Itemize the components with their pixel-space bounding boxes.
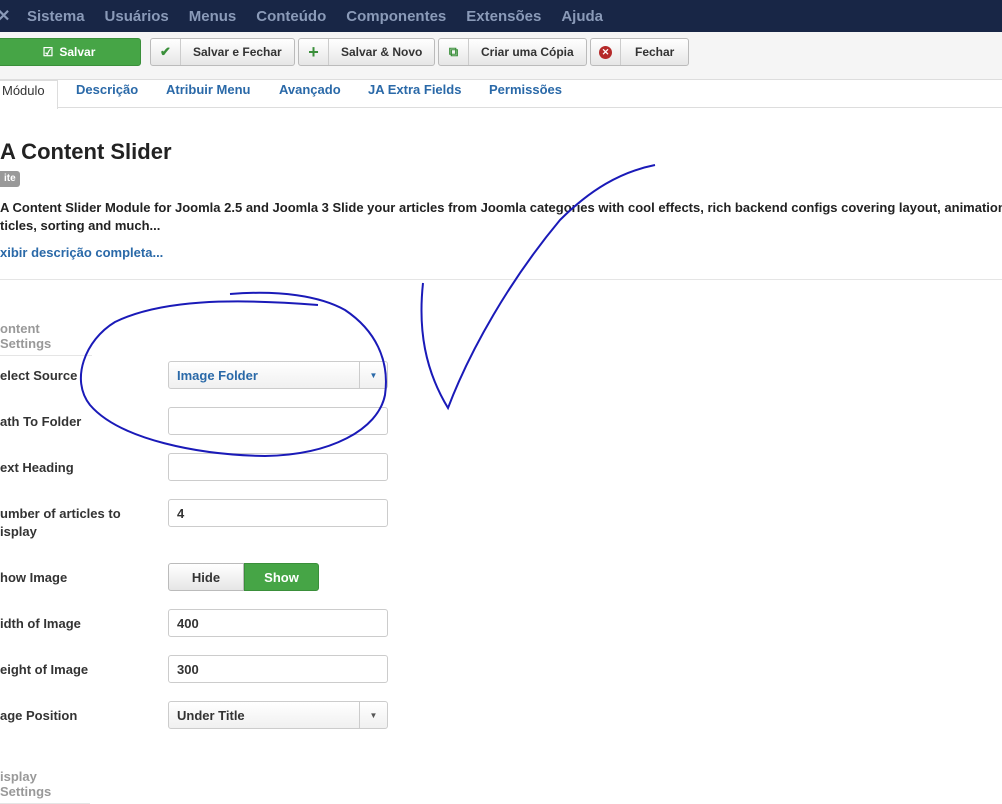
tab-permissoes[interactable]: Permissões [489, 82, 562, 97]
close-button[interactable]: ✕ Fechar [590, 38, 690, 66]
module-description: A Content Slider Module for Joomla 2.5 a… [0, 200, 1002, 233]
site-badge: ite [0, 171, 20, 187]
menu-usuarios[interactable]: Usuários [105, 8, 169, 25]
divider [0, 279, 1002, 280]
text-heading-label: ext Heading [0, 460, 74, 475]
menu-menus[interactable]: Menus [189, 8, 237, 25]
menu-extensoes[interactable]: Extensões [466, 8, 541, 25]
tab-avancado[interactable]: Avançado [279, 82, 341, 97]
number-of-articles-input[interactable]: 4 [168, 499, 388, 527]
plus-icon: + [299, 39, 329, 65]
top-menu-bar: ✕ Sistema Usuários Menus Conteúdo Compon… [0, 0, 1002, 32]
menu-componentes[interactable]: Componentes [346, 8, 446, 25]
content-settings-legend: ontent Settings [0, 321, 92, 356]
menu-sistema[interactable]: Sistema [27, 8, 85, 25]
check-icon: ✔ [151, 39, 181, 65]
select-source-label: elect Source [0, 368, 78, 383]
tab-atribuir-menu[interactable]: Atribuir Menu [166, 82, 251, 97]
path-to-folder-input[interactable] [168, 407, 388, 435]
show-full-description-link[interactable]: xibir descrição completa... [0, 245, 163, 260]
height-of-image-input[interactable]: 300 [168, 655, 388, 683]
handwritten-annotation [80, 164, 656, 458]
height-of-image-label: eight of Image [0, 662, 89, 677]
toolbar: ☑ Salvar ✔ Salvar e Fechar + Salvar & Novo … [0, 32, 1002, 80]
chevron-down-icon: ▼ [359, 362, 387, 388]
tab-descricao[interactable]: Descrição [76, 82, 138, 97]
width-of-image-label: idth of Image [0, 616, 81, 631]
image-position-dropdown[interactable]: Under Title ▼ [168, 701, 388, 729]
show-image-label: how Image [0, 570, 68, 585]
select-source-dropdown[interactable]: Image Folder ▼ [168, 361, 388, 389]
image-position-label: age Position [0, 708, 78, 723]
tab-modulo[interactable]: Módulo [0, 80, 58, 109]
width-of-image-input[interactable]: 400 [168, 609, 388, 637]
menu-conteudo[interactable]: Conteúdo [256, 8, 326, 25]
save-copy-button[interactable]: ⧉ Criar uma Cópia [438, 38, 587, 66]
copy-icon: ⧉ [439, 39, 469, 65]
path-to-folder-label: ath To Folder [0, 414, 82, 429]
save-button[interactable]: ☑ Salvar [0, 38, 141, 66]
show-image-toggle: Hide Show [168, 563, 319, 591]
hide-option[interactable]: Hide [168, 563, 244, 591]
number-of-articles-label: umber of articles to isplay [0, 506, 121, 539]
close-circle-icon: ✕ [591, 39, 621, 65]
module-title: A Content Slider [0, 139, 172, 164]
joomla-logo-icon[interactable]: ✕ [0, 6, 11, 26]
tab-bar: Módulo Descrição Atribuir Menu Avançado … [0, 80, 1002, 109]
chevron-down-icon: ▼ [359, 702, 387, 728]
text-heading-input[interactable] [168, 453, 388, 481]
tab-ja-extra-fields[interactable]: JA Extra Fields [368, 82, 461, 97]
show-option[interactable]: Show [244, 563, 319, 591]
edit-icon: ☑ [42, 45, 54, 59]
save-new-button[interactable]: + Salvar & Novo [298, 38, 436, 66]
menu-ajuda[interactable]: Ajuda [561, 8, 603, 25]
save-close-button[interactable]: ✔ Salvar e Fechar [150, 38, 295, 66]
